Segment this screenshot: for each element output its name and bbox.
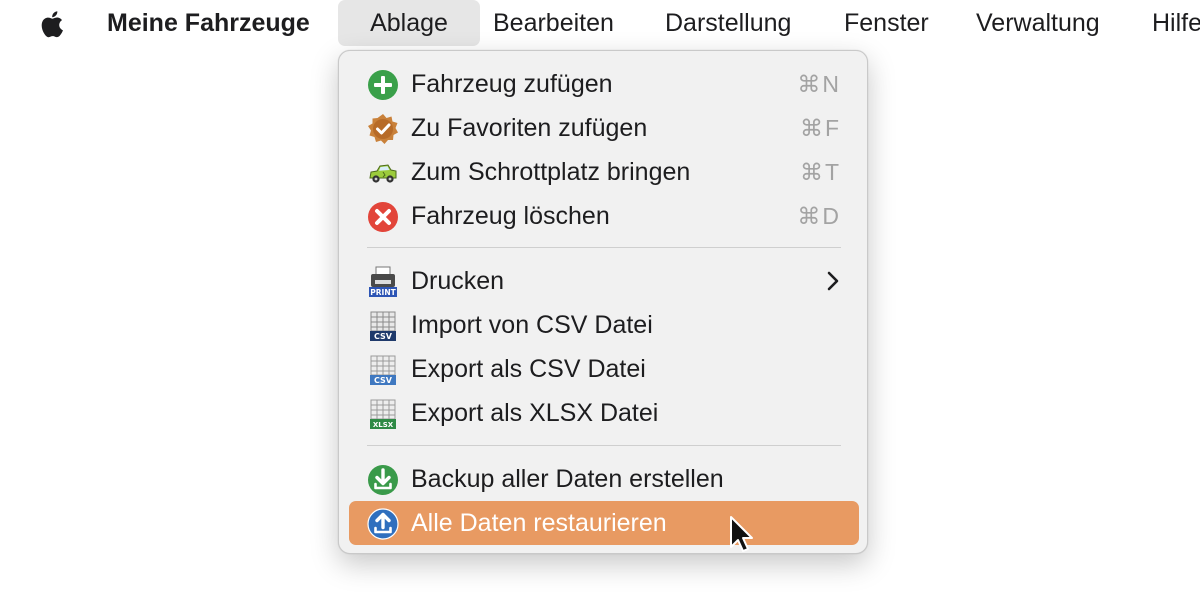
upload-circle-icon <box>367 508 399 540</box>
menu-item-label: Backup aller Daten erstellen <box>411 465 724 493</box>
menu-item-delete-vehicle[interactable]: Fahrzeug löschen ⌘D <box>349 194 859 238</box>
chevron-right-icon <box>827 271 839 291</box>
menu-item-label: Fahrzeug zufügen <box>411 70 613 98</box>
csv-export-icon: CSV <box>370 355 396 385</box>
menubar-item-darstellung[interactable]: Darstellung <box>665 0 791 46</box>
menu-item-label: Zu Favoriten zufügen <box>411 114 648 142</box>
menu-item-label: Drucken <box>411 267 505 295</box>
menu-separator <box>367 247 841 248</box>
menu-item-restore[interactable]: Alle Daten restaurieren <box>349 501 859 545</box>
menu-bar: Meine Fahrzeuge Ablage Bearbeiten Darste… <box>0 0 1200 46</box>
menu-item-import-csv[interactable]: CSV Import von CSV Datei <box>349 303 859 347</box>
ablage-dropdown-menu: Fahrzeug zufügen ⌘N Zu Favoriten zufügen… <box>338 50 868 554</box>
menu-item-label: Zum Schrottplatz bringen <box>411 158 691 186</box>
scrap-car-icon <box>369 164 397 183</box>
menu-item-print[interactable]: PRINT Drucken <box>349 259 859 303</box>
menubar-item-ablage[interactable]: Ablage <box>338 0 480 46</box>
xlsx-badge-text: XLSX <box>373 421 394 429</box>
menu-item-label: Export als CSV Datei <box>411 355 646 383</box>
xlsx-export-icon: XLSX <box>370 399 396 429</box>
menu-item-add-favorite[interactable]: Zu Favoriten zufügen ⌘F <box>349 106 859 150</box>
favorite-badge-icon <box>368 114 398 144</box>
shortcut-label: ⌘D <box>797 203 841 229</box>
menu-item-scrapyard[interactable]: Zum Schrottplatz bringen ⌘T <box>349 150 859 194</box>
mouse-pointer-icon <box>730 516 753 552</box>
menu-item-label: Export als XLSX Datei <box>411 399 659 427</box>
menu-item-label: Fahrzeug löschen <box>411 202 610 230</box>
shortcut-label: ⌘T <box>799 159 841 185</box>
menu-item-label: Import von CSV Datei <box>411 311 653 339</box>
menubar-item-hilfe[interactable]: Hilfe <box>1152 0 1200 46</box>
csv-badge-text: CSV <box>374 376 393 385</box>
menu-separator <box>367 445 841 446</box>
add-circle-icon <box>368 70 398 100</box>
delete-circle-icon <box>368 202 398 232</box>
menubar-item-verwaltung[interactable]: Verwaltung <box>976 0 1100 46</box>
menubar-item-bearbeiten[interactable]: Bearbeiten <box>493 0 614 46</box>
menu-item-export-csv[interactable]: CSV Export als CSV Datei <box>349 347 859 391</box>
menu-item-label: Alle Daten restaurieren <box>411 509 667 537</box>
download-circle-icon <box>368 465 398 495</box>
shortcut-label: ⌘N <box>797 71 841 97</box>
menubar-app-name[interactable]: Meine Fahrzeuge <box>107 0 310 46</box>
print-icon: PRINT <box>369 266 397 297</box>
menu-item-export-xlsx[interactable]: XLSX Export als XLSX Datei <box>349 391 859 435</box>
menubar-item-fenster[interactable]: Fenster <box>844 0 929 46</box>
menu-item-backup[interactable]: Backup aller Daten erstellen <box>349 457 859 501</box>
csv-import-icon: CSV <box>370 311 396 341</box>
menu-item-add-vehicle[interactable]: Fahrzeug zufügen ⌘N <box>349 62 859 106</box>
shortcut-label: ⌘F <box>799 115 841 141</box>
apple-logo-icon[interactable] <box>38 8 68 40</box>
csv-badge-text: CSV <box>374 332 393 341</box>
print-badge-text: PRINT <box>370 288 396 297</box>
